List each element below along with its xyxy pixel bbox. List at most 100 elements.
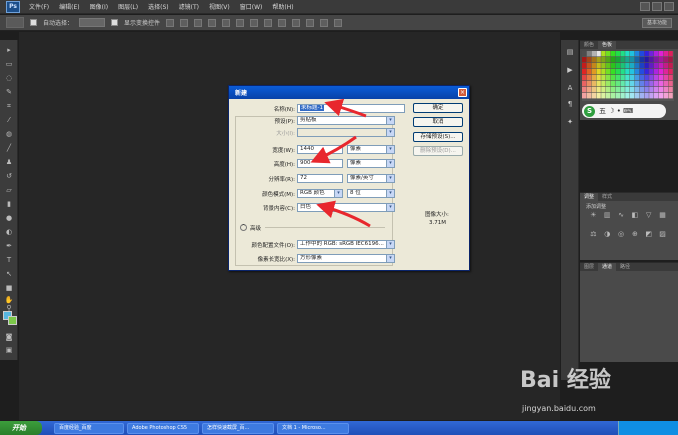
swatch-cell[interactable] xyxy=(610,69,616,75)
swatch-cell[interactable] xyxy=(649,81,654,87)
swatch-cell[interactable] xyxy=(625,63,630,69)
swatch-cell[interactable] xyxy=(644,81,649,87)
start-button[interactable]: 开始 xyxy=(0,421,42,435)
align-top-icon[interactable] xyxy=(166,18,175,27)
swatch-cell[interactable] xyxy=(586,69,592,75)
swatch-cell[interactable] xyxy=(654,75,659,81)
swatch-cell[interactable] xyxy=(663,57,668,63)
swatch-cell[interactable] xyxy=(591,57,596,63)
vibrance-icon[interactable]: ▽ xyxy=(643,211,654,219)
resolution-unit-select[interactable]: 像素/英寸 ▾ xyxy=(347,174,395,183)
swatch-cell[interactable] xyxy=(606,69,611,75)
name-input[interactable]: 未标题-1 xyxy=(297,104,405,113)
swatch-cell[interactable] xyxy=(591,69,596,75)
menu-edit[interactable]: 编辑(E) xyxy=(54,2,84,11)
save-preset-button[interactable]: 存储预设(S)... xyxy=(413,132,463,142)
swatch-cell[interactable] xyxy=(601,69,606,75)
swatch-cell[interactable] xyxy=(668,51,673,57)
height-unit-select[interactable]: 像素 ▾ xyxy=(347,159,395,168)
swatch-cell[interactable] xyxy=(634,57,640,63)
swatch-cell[interactable] xyxy=(668,93,673,99)
swatch-cell[interactable] xyxy=(658,57,664,63)
swatch-cell[interactable] xyxy=(606,51,611,57)
swatch-cell[interactable] xyxy=(634,93,640,99)
swatch-cell[interactable] xyxy=(591,81,596,87)
brushes-panel-icon[interactable]: ✦ xyxy=(565,118,575,127)
tab-styles[interactable]: 样式 xyxy=(598,193,616,201)
swatch-cell[interactable] xyxy=(596,51,601,57)
swatch-cell[interactable] xyxy=(644,87,649,93)
swatch-cell[interactable] xyxy=(620,93,625,99)
swatch-cell[interactable] xyxy=(658,81,664,87)
swatch-cell[interactable] xyxy=(601,51,606,57)
swatch-cell[interactable] xyxy=(620,75,625,81)
swatch-cell[interactable] xyxy=(658,51,664,57)
swatch-cell[interactable] xyxy=(615,87,620,93)
swatch-cell[interactable] xyxy=(620,51,625,57)
swatch-cell[interactable] xyxy=(615,75,620,81)
menu-filter[interactable]: 滤镜(T) xyxy=(174,2,204,11)
swatch-cell[interactable] xyxy=(668,63,673,69)
swatch-cell[interactable] xyxy=(639,87,644,93)
eyedropper-tool-icon[interactable]: ⁄ xyxy=(4,116,14,124)
swatch-cell[interactable] xyxy=(606,75,611,81)
taskbar-item-screenshot[interactable]: 怎样快速截屏_百... xyxy=(202,422,274,434)
history-panel-icon[interactable]: ▤ xyxy=(565,48,575,57)
swatch-cell[interactable] xyxy=(582,87,587,93)
blur-tool-icon[interactable]: ● xyxy=(4,214,14,222)
gradient-tool-icon[interactable]: ▮ xyxy=(4,200,14,208)
swatch-cell[interactable] xyxy=(658,93,664,99)
tab-adjustments[interactable]: 调整 xyxy=(580,193,599,201)
width-input[interactable]: 1440 xyxy=(297,145,343,154)
distribute-right-icon[interactable] xyxy=(320,18,329,27)
background-select[interactable]: 白色 ▾ xyxy=(297,203,395,212)
swatch-cell[interactable] xyxy=(663,93,668,99)
swatch-cell[interactable] xyxy=(644,57,649,63)
swatch-cell[interactable] xyxy=(663,87,668,93)
swatch-cell[interactable] xyxy=(639,51,644,57)
swatch-cell[interactable] xyxy=(610,81,616,87)
swatch-cell[interactable] xyxy=(668,75,673,81)
curves-icon[interactable]: ∿ xyxy=(616,211,627,219)
align-center-icon[interactable] xyxy=(222,18,231,27)
swatch-cell[interactable] xyxy=(644,93,649,99)
swatch-cell[interactable] xyxy=(582,81,587,87)
advanced-toggle-icon[interactable]: ^ xyxy=(240,224,247,231)
background-color-swatch[interactable] xyxy=(8,316,17,325)
preset-select[interactable]: 剪贴板 ▾ xyxy=(297,116,395,125)
quick-mask-icon[interactable]: ◙ xyxy=(4,333,14,341)
swatch-cell[interactable] xyxy=(596,63,601,69)
swatch-cell[interactable] xyxy=(606,57,611,63)
swatch-cell[interactable] xyxy=(639,69,644,75)
swatch-cell[interactable] xyxy=(639,63,644,69)
invert-icon[interactable]: ◩ xyxy=(643,230,654,238)
color-mode-select[interactable]: RGB 颜色 ▾ xyxy=(297,189,343,198)
swatch-cell[interactable] xyxy=(654,69,659,75)
ok-button[interactable]: 确定 xyxy=(413,103,463,113)
swatch-cell[interactable] xyxy=(615,63,620,69)
swatch-cell[interactable] xyxy=(630,81,635,87)
swatch-cell[interactable] xyxy=(663,75,668,81)
distribute-top-icon[interactable] xyxy=(250,18,259,27)
ime-toolbar[interactable]: S 五 ☽ • ⌨ xyxy=(582,104,666,118)
stamp-tool-icon[interactable]: ♟ xyxy=(4,158,14,166)
menu-file[interactable]: 文件(F) xyxy=(24,2,54,11)
swatch-cell[interactable] xyxy=(639,75,644,81)
swatch-cell[interactable] xyxy=(596,69,601,75)
swatch-cell[interactable] xyxy=(668,81,673,87)
swatch-cell[interactable] xyxy=(601,87,606,93)
swatch-cell[interactable] xyxy=(606,93,611,99)
menu-view[interactable]: 视图(V) xyxy=(204,2,235,11)
swatch-cell[interactable] xyxy=(620,63,625,69)
swatch-cell[interactable] xyxy=(582,57,587,63)
swatch-cell[interactable] xyxy=(668,69,673,75)
swatch-cell[interactable] xyxy=(582,51,587,57)
swatch-cell[interactable] xyxy=(630,63,635,69)
move-tool-preset[interactable] xyxy=(6,17,24,28)
swatch-cell[interactable] xyxy=(630,93,635,99)
swatch-cell[interactable] xyxy=(610,75,616,81)
swatch-cell[interactable] xyxy=(591,51,596,57)
swatch-cell[interactable] xyxy=(634,69,640,75)
path-select-tool-icon[interactable]: ↖ xyxy=(4,270,14,278)
swatch-cell[interactable] xyxy=(649,87,654,93)
